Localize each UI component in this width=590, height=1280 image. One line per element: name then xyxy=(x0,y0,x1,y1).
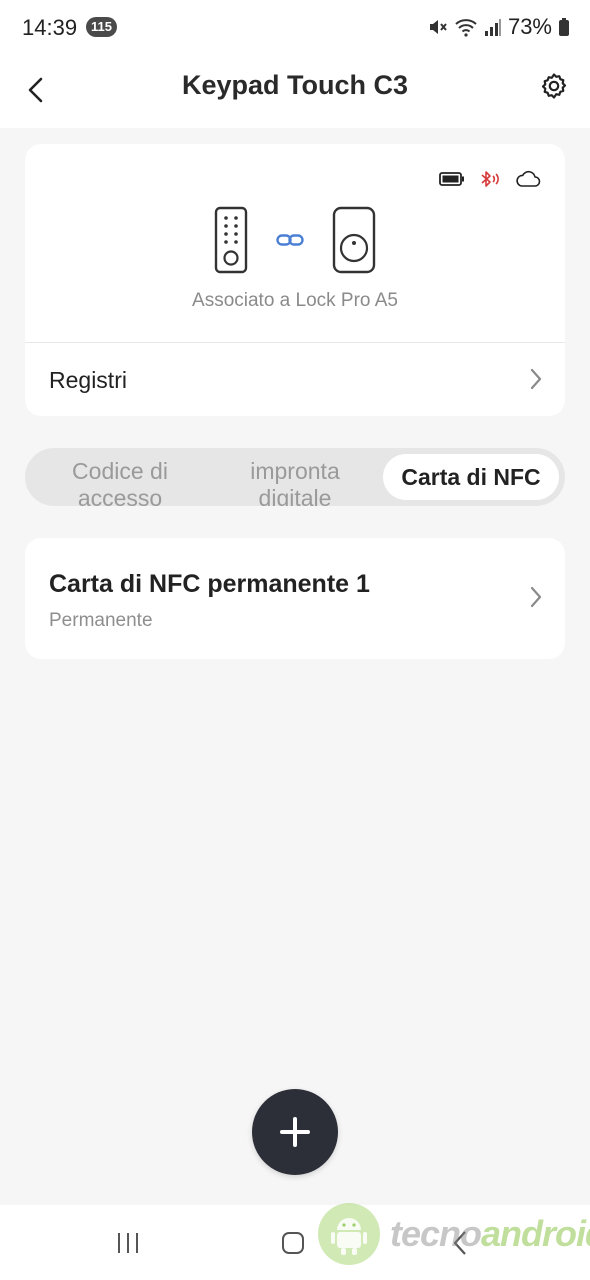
notification-count-badge: 115 xyxy=(86,17,117,37)
tab-access-code[interactable]: Codice di accesso xyxy=(45,448,195,506)
watermark-text-part1: tecno xyxy=(390,1213,482,1254)
list-item-title: Carta di NFC permanente 1 xyxy=(49,570,370,598)
status-icons: 73% xyxy=(428,14,570,40)
tab-fingerprint[interactable]: impronta digitale xyxy=(215,448,375,506)
mute-icon xyxy=(429,20,447,34)
list-item-subtitle: Permanente xyxy=(49,610,153,631)
cloud-icon xyxy=(516,170,541,187)
settings-button[interactable] xyxy=(532,64,576,108)
logs-label: Registri xyxy=(49,367,127,393)
battery-icon xyxy=(559,18,569,36)
chevron-right-icon xyxy=(530,586,542,608)
top-navigation: Keypad Touch C3 xyxy=(0,56,590,128)
status-time: 14:39 xyxy=(22,15,78,40)
recent-apps-icon xyxy=(118,1233,138,1253)
wifi-icon xyxy=(455,19,477,37)
watermark-text: tecnoandroid xyxy=(390,1213,590,1255)
recent-apps-button[interactable] xyxy=(108,1227,148,1259)
add-button[interactable] xyxy=(252,1089,338,1175)
credential-type-tabs: Codice di accesso impronta digitale Cart… xyxy=(25,448,565,506)
tab-nfc-card[interactable]: Carta di NFC xyxy=(383,454,559,500)
link-icon xyxy=(276,234,304,246)
android-robot-icon xyxy=(318,1203,380,1265)
device-status-icons xyxy=(439,170,541,188)
plus-icon xyxy=(280,1117,310,1147)
logs-row[interactable]: Registri xyxy=(25,343,565,416)
list-item[interactable]: Carta di NFC permanente 1 Permanente xyxy=(25,538,565,659)
home-icon xyxy=(282,1232,304,1254)
smart-lock-icon xyxy=(332,206,376,274)
battery-percent: 73% xyxy=(507,14,552,39)
page-title: Keypad Touch C3 xyxy=(181,70,409,100)
device-pairing-illustration xyxy=(25,206,565,274)
watermark-text-part2: android xyxy=(481,1213,590,1254)
chevron-right-icon xyxy=(530,368,542,390)
home-button[interactable] xyxy=(273,1227,313,1259)
keypad-icon xyxy=(214,206,248,274)
signal-icon xyxy=(484,19,501,36)
status-bar: 14:39 115 73% xyxy=(0,0,590,56)
bluetooth-icon xyxy=(481,171,499,187)
battery-full-icon xyxy=(439,172,464,186)
associated-lock-text: Associato a Lock Pro A5 xyxy=(192,290,398,311)
gear-icon xyxy=(541,73,567,99)
watermark: tecnoandroid xyxy=(318,1203,590,1267)
device-card: Associato a Lock Pro A5 Registri xyxy=(25,144,565,416)
